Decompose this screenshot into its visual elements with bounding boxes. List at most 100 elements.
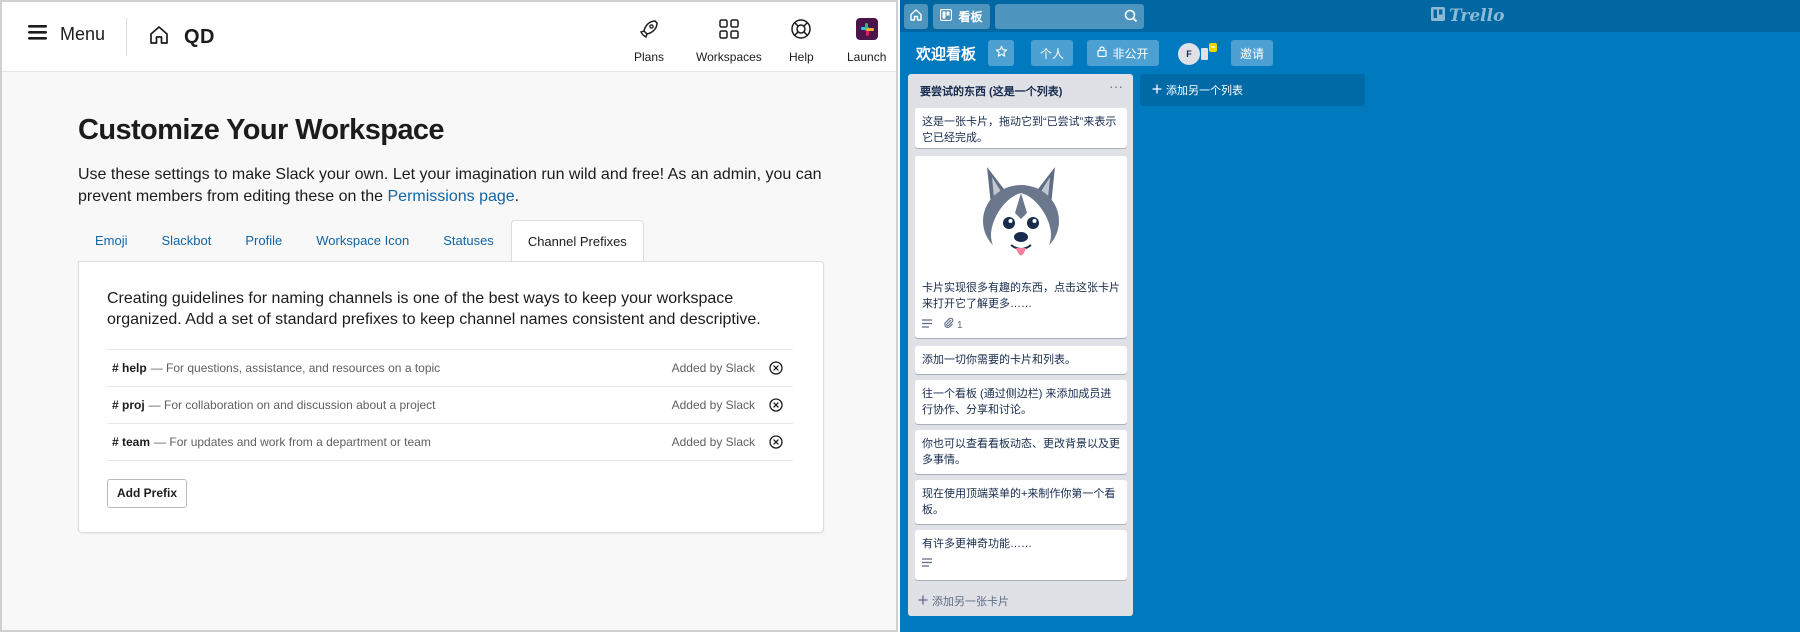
card-text: 这是一张卡片，拖动它到“已尝试”来表示它已经完成。 [922,116,1117,144]
menu-label: Menu [60,24,106,44]
card-text: 添加一切你需要的卡片和列表。 [922,354,1076,366]
search-icon [1124,9,1138,28]
invite-button[interactable]: 邀请 [1231,40,1273,66]
list-title[interactable]: 要尝试的东西 (这是一个列表) [920,83,1062,99]
remove-prefix-icon[interactable] [769,435,783,452]
prefix-row: # help — For questions, assistance, and … [107,350,793,387]
card[interactable]: 往一个看板 (通过侧边栏) 来添加成员进行协作、分享和讨论。 [915,380,1127,424]
card-badges [922,557,1120,573]
prefix-name: # team [112,435,151,449]
card[interactable]: 添加一切你需要的卡片和列表。 [915,346,1127,374]
prefix-row: # proj — For collaboration on and discus… [107,387,793,424]
card[interactable]: 有许多更神奇功能…… [915,530,1127,580]
board-header: 欢迎看板 个人 非公开 F 邀请 [900,40,1800,68]
prefix-description: — For updates and work from a department… [154,435,431,449]
page-title: Customize Your Workspace [78,114,445,146]
slack-topbar: Menu QD Plans Workspaces Help Launch [2,2,896,72]
tab-channel-prefixes[interactable]: Channel Prefixes [510,220,644,263]
nav-plans[interactable]: Plans [634,18,664,64]
privacy-button[interactable]: 非公开 [1087,40,1159,66]
slack-window: Menu QD Plans Workspaces Help Launch Cus… [0,0,898,632]
tab-emoji[interactable]: Emoji [78,220,145,262]
card[interactable]: 卡片实现很多有趣的东西，点击这张卡片来打开它了解更多…… 1 [915,156,1127,338]
workspace-home-link[interactable]: QD [148,24,215,51]
trello-logo: Trello [1431,6,1504,26]
attachment-count: 1 [957,319,963,331]
home-icon [148,24,170,51]
butler-icon[interactable] [1200,42,1218,67]
rocket-icon [638,18,660,45]
board-icon [940,8,953,24]
tab-workspace-icon[interactable]: Workspace Icon [299,220,426,262]
list-menu-button[interactable]: ··· [1109,78,1123,94]
trello-header: 看板 Trello [900,0,1800,32]
prefix-description: — For collaboration on and discussion ab… [148,398,436,412]
star-button[interactable] [988,40,1014,66]
add-card-button[interactable]: 添加另一张卡片 [918,593,1009,609]
nav-launch-label: Launch [847,50,887,64]
lock-icon [1097,46,1108,60]
settings-tabs: Emoji Slackbot Profile Workspace Icon St… [78,220,644,263]
trello-logo-text: Trello [1449,6,1505,26]
card[interactable]: 这是一张卡片，拖动它到“已尝试”来表示它已经完成。 [915,108,1127,148]
add-card-label: 添加另一张卡片 [932,596,1009,608]
husky-image [915,156,1127,274]
search-box[interactable] [995,4,1144,29]
menu-button[interactable]: Menu [28,24,105,45]
lifebuoy-icon [790,18,812,45]
privacy-label: 非公开 [1112,46,1149,61]
card-text: 你也可以查看看板动态、更改背景以及更多事情。 [922,438,1120,466]
card-text: 有许多更神奇功能…… [922,538,1032,550]
team-visibility-button[interactable]: 个人 [1031,40,1073,66]
prefix-name: # proj [112,398,145,412]
tab-slackbot[interactable]: Slackbot [145,220,229,262]
nav-workspaces-label: Workspaces [696,50,762,64]
tab-profile[interactable]: Profile [228,220,299,262]
avatar-initial: F [1186,49,1192,59]
nav-help[interactable]: Help [789,18,814,64]
nav-plans-label: Plans [634,50,665,64]
list-column: 要尝试的东西 (这是一个列表) ··· 这是一张卡片，拖动它到“已尝试”来表示它… [908,74,1133,616]
board-name[interactable]: 欢迎看板 [916,43,976,64]
workspace-name: QD [184,26,215,48]
topbar-divider [126,18,127,56]
prefix-added-by: Added by Slack [671,435,755,449]
plus-icon [1152,84,1162,97]
panel-intro-text: Creating guidelines for naming channels … [107,290,761,328]
card[interactable]: 现在使用顶端菜单的+来制作你第一个看板。 [915,480,1127,524]
prefix-row: # team — For updates and work from a dep… [107,424,793,461]
paperclip-icon [943,317,954,334]
card-badges: 1 [922,317,1120,334]
permissions-page-link[interactable]: Permissions page [388,188,515,205]
prefix-added-by: Added by Slack [671,361,755,375]
remove-prefix-icon[interactable] [769,398,783,415]
trello-window: 看板 Trello 欢迎看板 个人 非公开 F 邀请 要尝试的东西 (这是一个列… [900,0,1800,632]
attachment-badge: 1 [943,317,963,334]
invite-label: 邀请 [1239,46,1264,61]
add-list-label: 添加另一个列表 [1166,85,1243,97]
prefix-description: — For questions, assistance, and resourc… [150,361,441,375]
customize-content: Customize Your Workspace Use these setti… [78,114,824,533]
home-button[interactable] [904,4,928,29]
search-input[interactable] [995,4,1115,29]
plus-icon [918,595,928,608]
grid-icon [718,18,740,45]
description-icon [922,557,933,573]
add-prefix-button[interactable]: Add Prefix [107,479,188,508]
card-text: 卡片实现很多有趣的东西，点击这张卡片来打开它了解更多…… [922,282,1120,310]
remove-prefix-icon[interactable] [769,361,783,378]
boards-button[interactable]: 看板 [933,4,990,29]
tab-statuses[interactable]: Statuses [426,220,511,262]
description-icon [922,318,933,334]
nav-launch[interactable]: Launch [847,18,886,64]
add-list-button[interactable]: 添加另一个列表 [1140,74,1365,106]
description-end: . [514,188,520,205]
nav-help-label: Help [789,50,814,64]
hamburger-icon [28,24,48,45]
card[interactable]: 你也可以查看看板动态、更改背景以及更多事情。 [915,430,1127,474]
channel-prefixes-panel: Creating guidelines for naming channels … [78,261,824,533]
avatar[interactable]: F [1178,43,1200,65]
nav-workspaces[interactable]: Workspaces [696,18,762,64]
prefix-list: # help — For questions, assistance, and … [107,349,793,461]
trello-logo-icon [1431,6,1445,26]
